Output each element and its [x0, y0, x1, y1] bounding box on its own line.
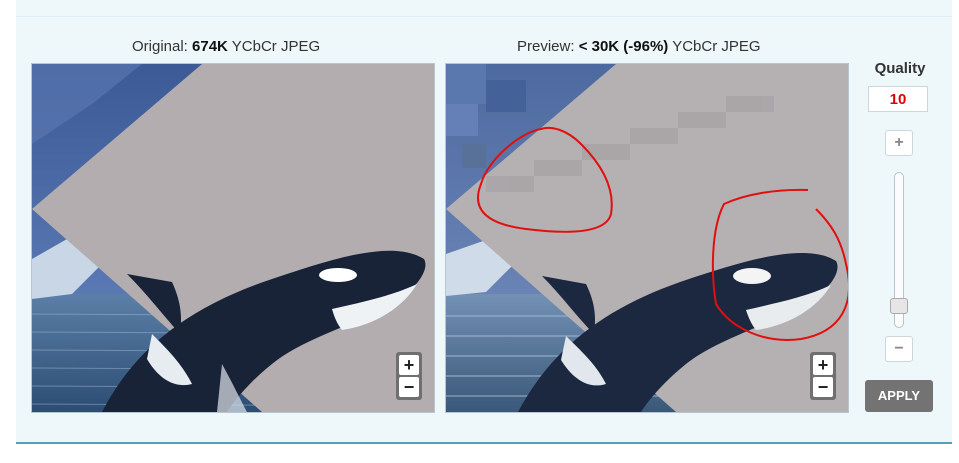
preview-caption: Preview: < 30K (-96%) YCbCr JPEG: [517, 38, 761, 55]
preview-format: YCbCr JPEG: [668, 38, 761, 55]
quality-decrement-button[interactable]: −: [885, 336, 913, 362]
original-format: YCbCr JPEG: [227, 38, 321, 55]
original-caption: Original: 674K YCbCr JPEG: [132, 38, 320, 55]
original-image[interactable]: [31, 63, 435, 413]
preview-size: < 30K (-96%): [578, 38, 669, 55]
original-zoom-controls: + −: [396, 352, 422, 400]
quality-slider-thumb[interactable]: [890, 298, 908, 314]
original-orca-picture: [32, 64, 434, 412]
original-size: 674K: [192, 38, 228, 55]
preview-zoom-in-button[interactable]: +: [813, 355, 833, 375]
preview-zoom-controls: + −: [810, 352, 836, 400]
original-zoom-out-button[interactable]: −: [399, 377, 419, 397]
apply-button[interactable]: APPLY: [865, 380, 933, 412]
panel-top-divider: [16, 16, 952, 17]
preview-zoom-out-button[interactable]: −: [813, 377, 833, 397]
preview-image[interactable]: [445, 63, 849, 413]
original-zoom-in-button[interactable]: +: [399, 355, 419, 375]
panel-bottom-border: [16, 442, 952, 444]
quality-input[interactable]: [868, 86, 928, 112]
quality-label: Quality: [874, 60, 926, 77]
quality-increment-button[interactable]: +: [885, 130, 913, 156]
original-label: Original:: [132, 38, 193, 55]
preview-orca-picture: [446, 64, 848, 412]
preview-label: Preview:: [517, 38, 579, 55]
